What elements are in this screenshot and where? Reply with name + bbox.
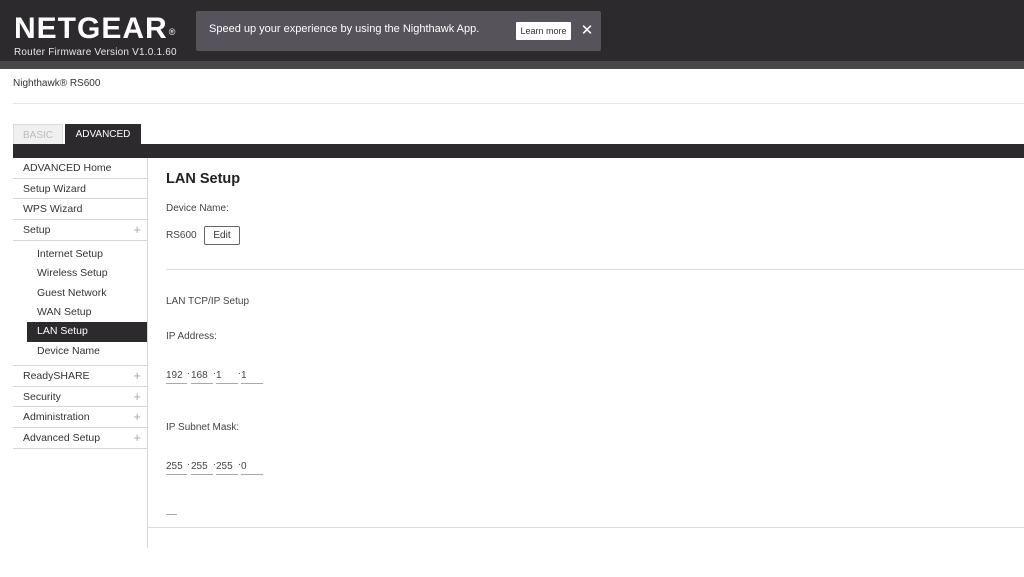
sidebar-item-label: Setup Wizard [23,182,87,195]
sidebar-item-security[interactable]: Security + [13,387,147,408]
ip-octet-3[interactable] [216,367,238,384]
expand-icon[interactable]: + [133,387,141,407]
ip-dot: . [187,366,190,377]
sidebar-item-readyshare[interactable]: ReadySHARE + [13,366,147,387]
subnet-dot: . [187,457,190,468]
ip-address-label: IP Address: [166,331,217,342]
netgear-logo[interactable]: NETGEAR® [14,14,176,44]
sidebar-item-label: WPS Wizard [23,203,83,216]
sidebar-item-setup-wizard[interactable]: Setup Wizard [13,179,147,200]
device-name-value: RS600 [166,230,197,241]
subnet-octet-3[interactable] [216,458,238,475]
sidebar-item-label: Administration [23,411,90,424]
sidebar-border [147,158,148,548]
sidebar-item-label: Advanced Setup [23,432,101,445]
promo-text: Speed up your experience by using the Ni… [209,23,480,35]
input-underline-stub[interactable] [166,514,177,515]
expand-icon[interactable]: + [133,220,141,240]
sidebar-item-advanced-setup[interactable]: Advanced Setup + [13,428,147,449]
page-title: LAN Setup [166,171,241,187]
model-name: Nighthawk® RS600 [13,78,101,89]
setup-submenu: Internet Setup Wireless Setup Guest Netw… [13,241,147,367]
header-strip [0,61,1024,69]
submenu-item-wireless-setup[interactable]: Wireless Setup [13,264,147,283]
ip-octet-4[interactable] [241,367,263,384]
sidebar-item-wps-wizard[interactable]: WPS Wizard [13,199,147,221]
subnet-mask-label: IP Subnet Mask: [166,422,240,433]
learn-more-button[interactable]: Learn more [516,22,571,40]
close-icon[interactable]: ✕ [580,21,594,41]
device-name-label: Device Name: [166,203,229,214]
sidebar-item-label: ReadySHARE [23,370,90,383]
edit-button[interactable]: Edit [204,226,240,245]
sidebar-item-setup[interactable]: Setup + [13,220,147,241]
sidebar-item-label: Setup [23,224,51,237]
subnet-octet-2[interactable] [191,458,213,475]
tab-basic[interactable]: BASIC [13,124,63,145]
expand-icon[interactable]: + [133,366,141,386]
sidebar-item-administration[interactable]: Administration + [13,407,147,429]
ip-octet-1[interactable] [166,367,187,384]
sidebar-item-label: Security [23,390,61,403]
expand-icon[interactable]: + [133,428,141,448]
ip-octet-2[interactable] [191,367,213,384]
tcpip-heading: LAN TCP/IP Setup [166,296,250,307]
sidebar-item-label: ADVANCED Home [23,162,112,174]
submenu-item-wan-setup[interactable]: WAN Setup [13,303,147,322]
top-header: NETGEAR® Router Firmware Version V1.0.1.… [0,0,1024,61]
submenu-item-lan-setup[interactable]: LAN Setup [27,322,147,342]
sidebar-item-advanced-home[interactable]: ADVANCED Home [13,158,147,179]
firmware-version: Router Firmware Version V1.0.1.60 [14,47,177,58]
section-divider [166,269,1024,270]
model-divider [13,103,1024,104]
subnet-octet-1[interactable] [166,458,187,475]
logo-registered-mark: ® [168,27,177,37]
tab-bar [13,144,1024,158]
expand-icon[interactable]: + [133,407,141,427]
app-promo-banner: Speed up your experience by using the Ni… [196,11,601,51]
sidebar: ADVANCED Home Setup Wizard WPS Wizard Se… [13,158,147,449]
submenu-item-device-name[interactable]: Device Name [13,342,147,361]
subnet-octet-4[interactable] [241,458,263,475]
submenu-item-internet-setup[interactable]: Internet Setup [13,245,147,264]
logo-text: NETGEAR [14,12,168,45]
submenu-item-guest-network[interactable]: Guest Network [13,284,147,303]
bottom-divider [148,527,1024,528]
tab-advanced[interactable]: ADVANCED [65,124,141,145]
